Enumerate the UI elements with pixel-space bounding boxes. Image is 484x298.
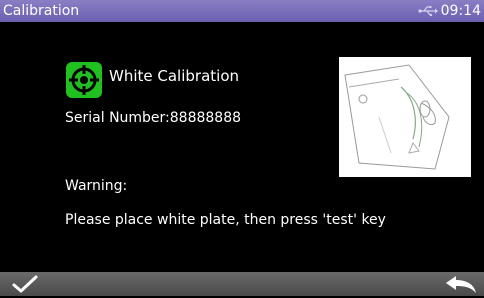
clock: 09:14 xyxy=(440,3,481,19)
calibration-heading: White Calibration xyxy=(109,67,239,85)
device-illustration xyxy=(339,57,471,177)
crosshair-icon xyxy=(66,62,102,98)
back-arrow-icon xyxy=(446,276,476,293)
warning-label: Warning: xyxy=(65,178,128,194)
bottom-toolbar xyxy=(0,272,484,296)
checkmark-icon xyxy=(12,275,38,293)
serial-number: Serial Number:88888888 xyxy=(65,110,242,126)
back-button[interactable] xyxy=(444,274,478,294)
title-bar: Calibration 09:14 xyxy=(0,0,484,22)
usb-icon xyxy=(418,6,438,17)
confirm-button[interactable] xyxy=(10,274,40,294)
window-title: Calibration xyxy=(3,3,80,19)
warning-message: Please place white plate, then press 'te… xyxy=(65,212,386,228)
